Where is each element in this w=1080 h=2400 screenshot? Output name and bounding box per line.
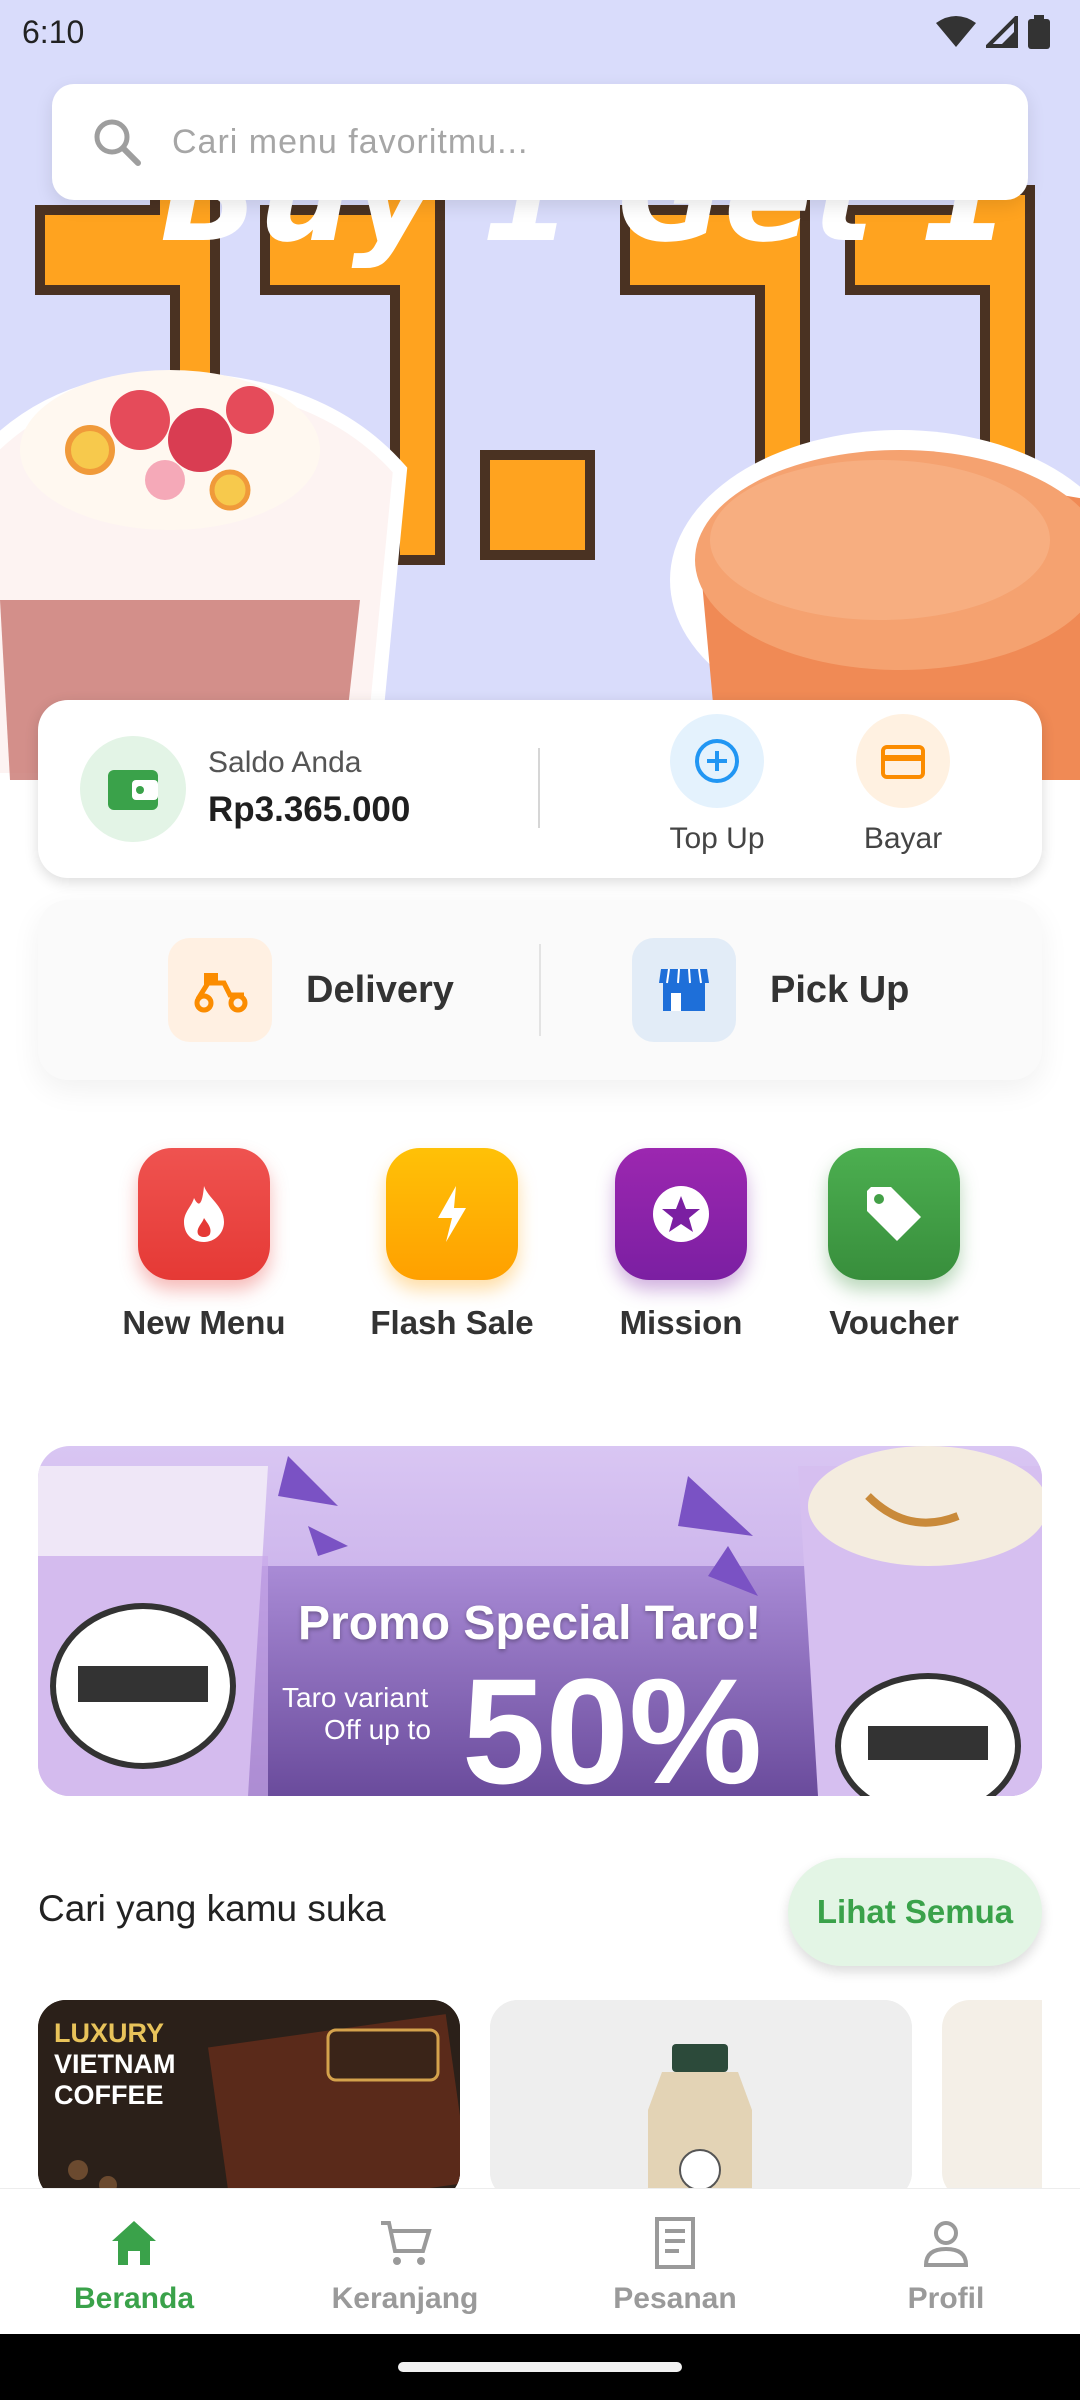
pickup-option[interactable]: Pick Up: [632, 938, 909, 1042]
service-divider: [539, 944, 541, 1036]
pay-label: Bayar: [863, 822, 943, 855]
service-selector: Delivery Pick Up: [38, 900, 1042, 1080]
receipt-icon: [655, 2217, 695, 2269]
numeral-dot: [480, 450, 595, 560]
pay-button[interactable]: Bayar: [828, 714, 978, 856]
category-label: Mission: [619, 1304, 743, 1341]
wallet-icon: [108, 770, 158, 810]
promo-title: Promo Special Taro!: [298, 1597, 762, 1650]
wallet-card: Saldo Anda Rp3.365.000 Top Up Bayar: [38, 700, 1042, 878]
battery-icon: [1028, 15, 1050, 49]
pay-icon-circle: [856, 714, 950, 808]
store-icon: [659, 968, 709, 1011]
scooter-icon: [194, 973, 248, 1013]
system-navigation-bar: [0, 2334, 1080, 2400]
category-new-menu[interactable]: New Menu: [104, 1148, 304, 1342]
flash-icon: [438, 1186, 466, 1242]
home-icon: [112, 2221, 156, 2265]
wifi-icon: [936, 16, 976, 47]
category-flash-sale[interactable]: Flash Sale: [352, 1148, 552, 1342]
flash-sale-tile: [386, 1148, 518, 1280]
category-label: New Menu: [122, 1304, 286, 1341]
topup-button[interactable]: Top Up: [642, 714, 792, 856]
nav-label: Profil: [907, 2282, 985, 2315]
tag-icon: [867, 1187, 921, 1241]
section-title: Cari yang kamu suka: [38, 1888, 386, 1929]
delivery-icon-container: [168, 938, 272, 1042]
pickup-icon-container: [632, 938, 736, 1042]
delivery-label: Delivery: [306, 968, 454, 1011]
category-label: Flash Sale: [370, 1304, 534, 1341]
product-caption-line2: VIETNAM: [54, 2049, 176, 2079]
product-card[interactable]: LUXURY VIETNAM COFFEE: [38, 2000, 460, 2200]
new-menu-tile: [138, 1148, 270, 1280]
topup-icon-circle: [670, 714, 764, 808]
nav-label: Keranjang: [331, 2282, 479, 2315]
product-caption-line1: LUXURY: [54, 2018, 165, 2048]
product-card[interactable]: [942, 2000, 1042, 2200]
balance-amount: Rp3.365.000: [208, 790, 411, 829]
cellular-signal-icon: [986, 16, 1018, 48]
pickup-label: Pick Up: [770, 968, 910, 1011]
product-card[interactable]: [490, 2000, 912, 2200]
add-circle-icon: [695, 739, 739, 783]
nav-profile[interactable]: Profil: [836, 2215, 1056, 2316]
wallet-divider: [538, 748, 540, 828]
status-bar: 6:10: [0, 0, 1080, 64]
status-time: 6:10: [22, 13, 85, 50]
nav-home[interactable]: Beranda: [24, 2215, 244, 2316]
status-icons: [936, 15, 1050, 49]
promo-banner[interactable]: Promo Special Taro! Taro variant Off up …: [38, 1446, 1042, 1796]
category-mission[interactable]: Mission: [581, 1148, 781, 1342]
category-label: Voucher: [829, 1304, 959, 1341]
nav-cart[interactable]: Keranjang: [295, 2215, 515, 2316]
star-badge-icon: [653, 1186, 709, 1242]
promo-subtitle-line1: Taro variant: [282, 1682, 429, 1713]
cart-icon: [381, 2221, 432, 2265]
category-voucher[interactable]: Voucher: [794, 1148, 994, 1342]
promo-discount: 50%: [462, 1647, 763, 1796]
search-icon: [94, 119, 141, 166]
topup-label: Top Up: [669, 822, 765, 855]
balance-label: Saldo Anda: [208, 746, 362, 779]
product-image: [490, 2000, 912, 2200]
nav-label: Pesanan: [613, 2282, 737, 2315]
voucher-tile: [828, 1148, 960, 1280]
mission-tile: [615, 1148, 747, 1280]
credit-card-icon: [881, 745, 925, 779]
search-bar[interactable]: [52, 84, 1028, 200]
bottom-navigation: Beranda Keranjang Pesanan Profil: [0, 2188, 1080, 2334]
promo-subtitle-line2: Off up to: [324, 1714, 431, 1745]
profile-icon: [923, 2221, 969, 2267]
nav-orders[interactable]: Pesanan: [565, 2215, 785, 2316]
wallet-icon-container: [80, 736, 186, 842]
see-all-button[interactable]: Lihat Semua: [788, 1858, 1042, 1966]
home-gesture-indicator[interactable]: [398, 2362, 682, 2372]
nav-label: Beranda: [73, 2282, 195, 2315]
fire-icon: [184, 1186, 224, 1242]
delivery-option[interactable]: Delivery: [168, 938, 454, 1042]
search-input[interactable]: [172, 122, 952, 162]
product-caption-line3: COFFEE: [54, 2080, 164, 2110]
